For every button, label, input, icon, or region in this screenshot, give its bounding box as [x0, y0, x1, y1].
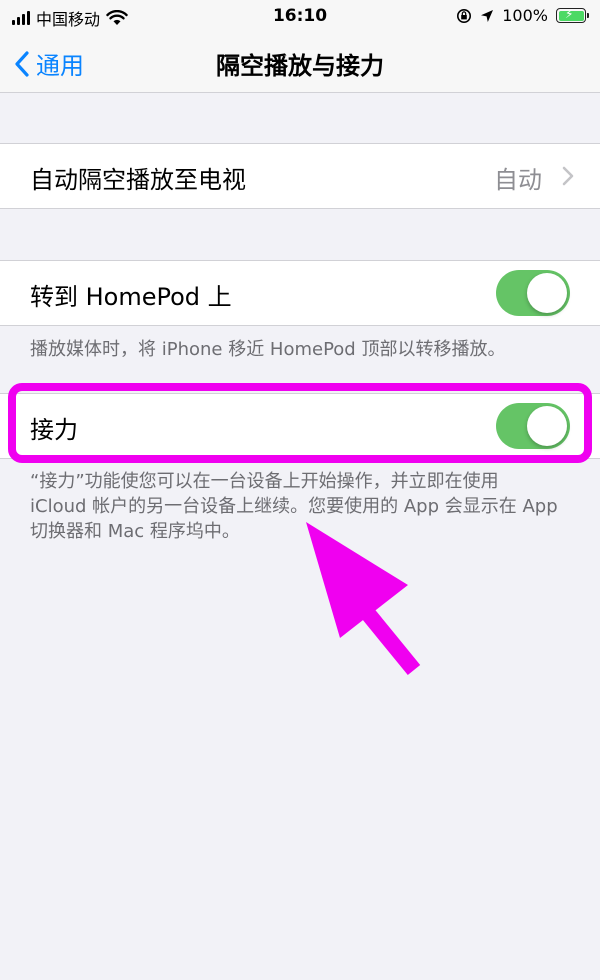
- annotation-arrow: [306, 522, 421, 676]
